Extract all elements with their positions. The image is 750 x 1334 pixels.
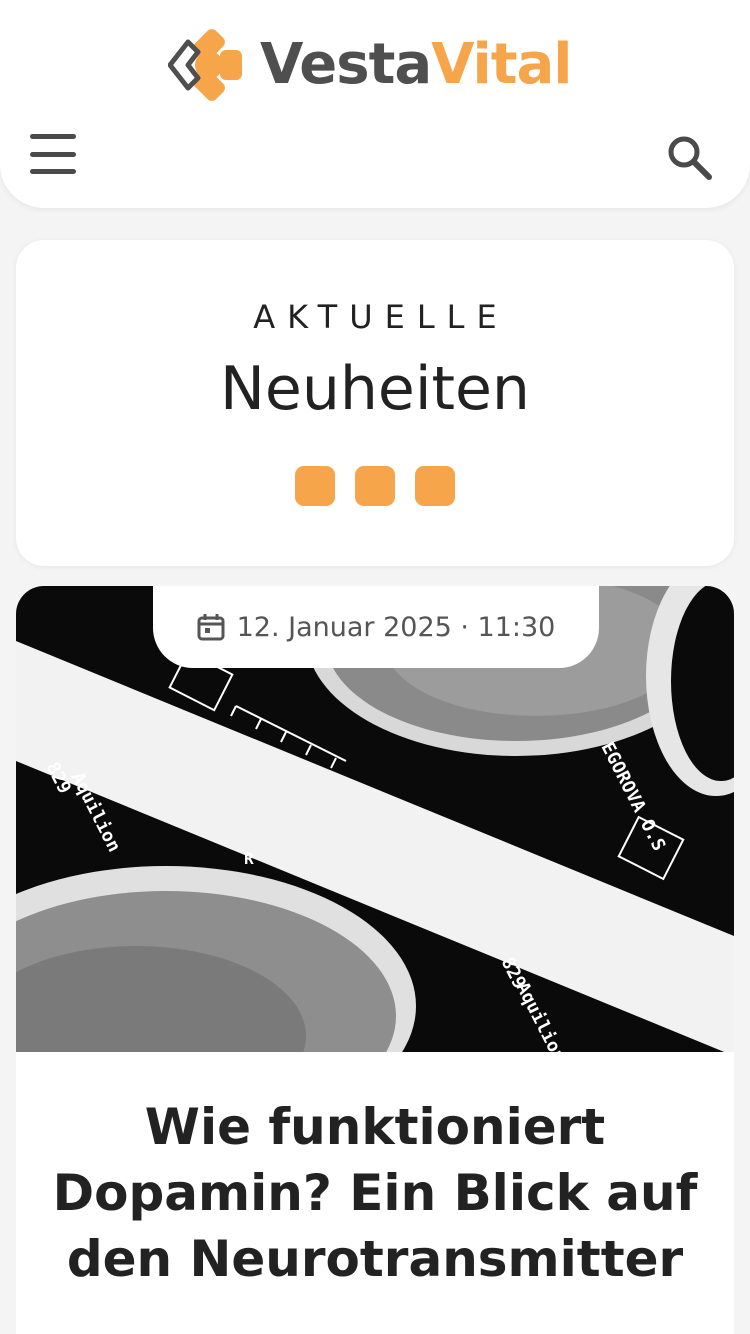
article-card[interactable]: EGOROVA O.S 829 829 Aquilion Aquilion R … [16,586,734,1334]
logo-wordmark-vital: Vital [431,32,572,97]
scan-label-side: R [244,849,254,868]
hamburger-icon [30,134,76,139]
news-section-header: AKTUELLE Neuheiten [16,240,734,566]
dot [355,466,395,506]
hamburger-icon-line [30,151,76,157]
section-kicker: AKTUELLE [253,298,509,336]
dot [415,466,455,506]
decorative-dots [16,466,734,506]
logo-wordmark-vesta: Vesta [260,32,432,97]
menu-button[interactable] [28,130,78,178]
site-header: VestaVital [0,0,750,208]
search-icon[interactable] [664,132,714,182]
section-title: Neuheiten [220,354,530,424]
article-title[interactable]: Wie funktioniert Dopamin? Ein Blick auf … [46,1094,704,1292]
dot [295,466,335,506]
hamburger-icon-line [30,169,76,174]
article-date-badge: 12. Januar 2025 · 11:30 [153,586,599,668]
calendar-icon [197,614,225,641]
logo-mark-icon [168,29,242,101]
article-date: 12. Januar 2025 · 11:30 [236,611,556,643]
logo-wordmark: VestaVital [260,28,572,102]
vestavital-logo[interactable]: VestaVital [168,28,572,102]
